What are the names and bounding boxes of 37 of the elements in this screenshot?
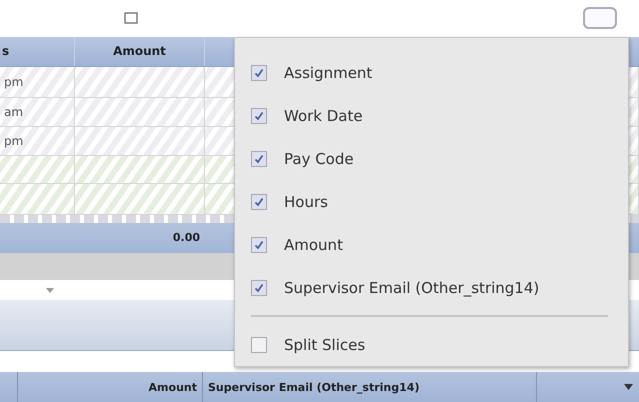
dropdown-caret-icon[interactable]	[624, 384, 632, 390]
column-header[interactable]: Amount	[75, 36, 205, 66]
caret-icon[interactable]	[46, 288, 54, 293]
table-cell: pm	[0, 67, 75, 98]
menu-item-label: Assignment	[284, 64, 372, 82]
menu-item-label: Supervisor Email (Other_string14)	[284, 278, 540, 297]
menu-item[interactable]: Work Date	[251, 94, 628, 138]
checkbox[interactable]	[251, 280, 267, 296]
checkbox[interactable]	[251, 236, 267, 253]
menu-item[interactable]: Amount	[251, 223, 628, 266]
menu-item-label: Split Slices	[284, 336, 366, 354]
menu-item-label: Amount	[284, 236, 343, 254]
column-header[interactable]: s	[0, 36, 75, 66]
menu-item-label: Hours	[284, 193, 328, 211]
menu-item[interactable]: Pay Code	[251, 138, 628, 181]
menu-item[interactable]: Hours	[251, 180, 628, 224]
menu-item[interactable]: Split Slices	[251, 323, 628, 366]
menu-item-label: Work Date	[284, 107, 363, 126]
checkbox[interactable]	[251, 194, 267, 210]
checkbox[interactable]	[251, 108, 267, 124]
checkbox[interactable]	[251, 65, 267, 82]
menu-item[interactable]: Supervisor Email (Other_string14)	[251, 266, 628, 310]
menu-item[interactable]: Assignment	[251, 52, 628, 95]
column-header[interactable]: Amount	[17, 372, 202, 402]
checkmark-icon	[254, 154, 264, 164]
checkbox[interactable]	[251, 336, 267, 353]
checkbox[interactable]	[251, 151, 267, 168]
checkmark-icon	[254, 68, 264, 78]
checkmark-icon	[254, 197, 264, 207]
checkmark-icon	[254, 240, 264, 250]
checkmark-icon	[254, 282, 264, 293]
menu-item-label: Pay Code	[284, 150, 354, 168]
column-header[interactable]: Supervisor Email (Other_string14)	[202, 372, 536, 402]
table-cell: pm	[0, 126, 75, 156]
table-cell: am	[0, 98, 75, 126]
checkmark-icon	[254, 111, 264, 122]
total-amount: 0.00	[172, 230, 201, 246]
